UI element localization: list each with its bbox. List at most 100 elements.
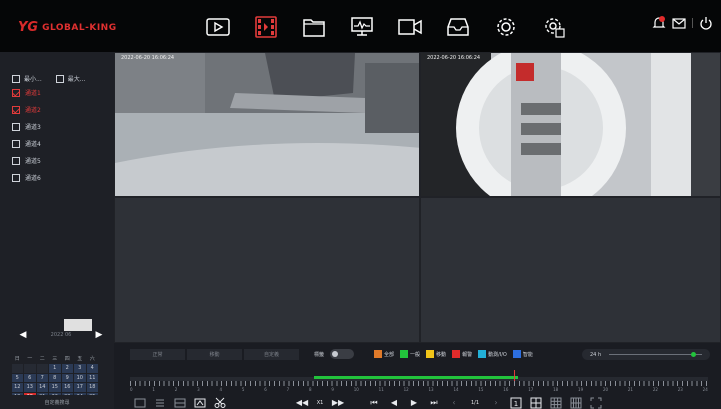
calendar-day[interactable]: 2 bbox=[61, 364, 73, 373]
legend-all[interactable]: 全部 bbox=[374, 350, 394, 358]
playback-toolbar: ◀◀ X1 ▶▶ ⏮ ◀ ▶ ⏭ ‹ 1/1 › 1 bbox=[130, 396, 710, 409]
calendar-day[interactable]: 13 bbox=[24, 383, 36, 392]
legend-alarm[interactable]: 報警 bbox=[452, 350, 472, 358]
list-button[interactable] bbox=[150, 396, 170, 409]
layout-4-button[interactable] bbox=[526, 396, 546, 409]
calendar-day[interactable]: 3 bbox=[74, 364, 86, 373]
channel-item-5[interactable]: 通道5 bbox=[12, 152, 41, 169]
video-tile-4[interactable] bbox=[420, 197, 721, 343]
recording-segment bbox=[314, 376, 518, 379]
custom-search-button[interactable]: 自定義搜尋 bbox=[0, 395, 114, 409]
max-checkbox[interactable] bbox=[55, 74, 64, 83]
legend-io[interactable]: 動測/I/O bbox=[478, 350, 507, 358]
rewind-icon: ◀◀ bbox=[295, 398, 309, 407]
fullscreen-button[interactable] bbox=[586, 396, 606, 409]
next-month-button[interactable]: ▶ bbox=[94, 330, 104, 340]
weekday-label: 六 bbox=[89, 356, 95, 363]
calendar-day[interactable]: 5 bbox=[11, 373, 23, 382]
channel-checkbox[interactable] bbox=[12, 88, 20, 97]
prev-month-button[interactable]: ◀ bbox=[18, 330, 28, 340]
calendar-title: 2022 06 bbox=[50, 332, 72, 338]
fast-forward-icon: ▶▶ bbox=[331, 398, 345, 407]
calendar-day[interactable]: 12 bbox=[11, 383, 23, 392]
channel-item-6[interactable]: 通道6 bbox=[12, 169, 41, 186]
layout-1-button[interactable]: 1 bbox=[506, 396, 526, 409]
video-tile-1[interactable]: 2022-06-20 16:06:24 bbox=[114, 52, 420, 197]
channel-checkbox[interactable] bbox=[12, 122, 20, 131]
channel-checkbox[interactable] bbox=[12, 139, 20, 148]
channel-sidebar: 最小... 最大... 通道1 通道2 通道3 通道4 通道5 通道6 ◀ 20… bbox=[0, 52, 114, 409]
timeline[interactable]: 0 1 2 3 4 5 6 7 8 9 10 11 12 13 14 15 16 17 18 19 20 21 22 23 24 bbox=[130, 370, 708, 396]
calendar-day[interactable]: 11 bbox=[86, 373, 98, 382]
snapshot-button[interactable] bbox=[130, 396, 150, 409]
channel-label: 通道1 bbox=[25, 90, 41, 97]
min-checkbox[interactable] bbox=[12, 74, 20, 83]
layout-9-button[interactable] bbox=[546, 396, 566, 409]
calendar-day[interactable]: 16 bbox=[61, 383, 73, 392]
next-page-button[interactable]: › bbox=[486, 396, 506, 409]
menu-monitor[interactable] bbox=[342, 11, 382, 43]
tag-toggle[interactable] bbox=[330, 349, 355, 359]
rewind-button[interactable]: ◀◀ bbox=[292, 396, 312, 409]
menu-settings[interactable] bbox=[486, 11, 526, 43]
tag-button[interactable] bbox=[190, 396, 210, 409]
channel-checkbox[interactable] bbox=[12, 105, 20, 114]
channel-checkbox[interactable] bbox=[12, 156, 20, 165]
skip-start-button[interactable]: ⏮ bbox=[364, 396, 384, 409]
tab-normal[interactable]: 正常 bbox=[130, 349, 185, 360]
hour-label: 5 bbox=[241, 387, 245, 392]
prev-page-button[interactable]: ‹ bbox=[444, 396, 464, 409]
timeline-zoom[interactable]: 24 h bbox=[582, 349, 710, 360]
channel-item-4[interactable]: 通道4 bbox=[12, 135, 41, 152]
calendar-day[interactable]: 6 bbox=[24, 373, 36, 382]
play-button[interactable]: ▶ bbox=[404, 396, 424, 409]
channel-label: 通道6 bbox=[25, 175, 41, 182]
calendar-day[interactable]: 1 bbox=[49, 364, 61, 373]
channel-item-3[interactable]: 通道3 bbox=[12, 118, 41, 135]
calendar-day[interactable]: 14 bbox=[36, 383, 48, 392]
camera-feed-image bbox=[421, 53, 720, 196]
calendar-day[interactable]: 7 bbox=[36, 373, 48, 382]
menu-advanced-settings[interactable] bbox=[534, 11, 574, 43]
hour-label: 22 bbox=[652, 387, 658, 392]
message-icon[interactable] bbox=[672, 16, 686, 30]
calendar-day[interactable]: 9 bbox=[61, 373, 73, 382]
menu-video-file[interactable] bbox=[246, 11, 286, 43]
option-min[interactable]: 最小... bbox=[12, 74, 42, 83]
video-tile-3[interactable] bbox=[114, 197, 420, 343]
playback-controls: 正常 移動 自定義 標籤 全部 一般 移動 報警 動測/I/O 智能 24 h bbox=[114, 343, 721, 409]
option-max[interactable]: 最大... bbox=[55, 74, 85, 83]
menu-folder[interactable] bbox=[294, 11, 334, 43]
menu-camera[interactable] bbox=[390, 11, 430, 43]
layout-16-button[interactable] bbox=[566, 396, 586, 409]
channel-checkbox[interactable] bbox=[12, 173, 20, 182]
step-back-button[interactable]: ◀ bbox=[384, 396, 404, 409]
menu-playback[interactable] bbox=[198, 11, 238, 43]
channel-item-2[interactable]: 通道2 bbox=[12, 101, 41, 118]
zoom-slider[interactable] bbox=[609, 352, 702, 357]
skip-end-button[interactable]: ⏭ bbox=[424, 396, 444, 409]
channel-item-1[interactable]: 通道1 bbox=[12, 84, 41, 101]
alarm-bell-icon[interactable] bbox=[652, 16, 666, 30]
calendar-day[interactable]: 17 bbox=[74, 383, 86, 392]
calendar-day[interactable]: 18 bbox=[86, 383, 98, 392]
cut-button[interactable] bbox=[210, 396, 230, 409]
legend-normal[interactable]: 一般 bbox=[400, 350, 420, 358]
legend-smart[interactable]: 智能 bbox=[512, 350, 533, 358]
tab-motion[interactable]: 移動 bbox=[187, 349, 242, 360]
fast-forward-button[interactable]: ▶▶ bbox=[328, 396, 348, 409]
weekday-label: 一 bbox=[27, 356, 33, 363]
tab-custom[interactable]: 自定義 bbox=[244, 349, 299, 360]
video-tile-2[interactable]: 2022-06-20 16:06:24 bbox=[420, 52, 721, 197]
calendar-day[interactable]: 4 bbox=[86, 364, 98, 373]
option-min-label: 最小... bbox=[24, 76, 42, 83]
calendar-day[interactable]: 15 bbox=[49, 383, 61, 392]
clip-button[interactable] bbox=[170, 396, 190, 409]
power-icon[interactable] bbox=[699, 16, 713, 30]
calendar-day[interactable]: 8 bbox=[49, 373, 61, 382]
zoom-slider-handle[interactable] bbox=[690, 352, 696, 357]
menu-inbox[interactable] bbox=[438, 11, 478, 43]
settings-icon bbox=[497, 18, 515, 36]
calendar-day[interactable]: 10 bbox=[74, 373, 86, 382]
legend-motion[interactable]: 移動 bbox=[426, 350, 446, 358]
